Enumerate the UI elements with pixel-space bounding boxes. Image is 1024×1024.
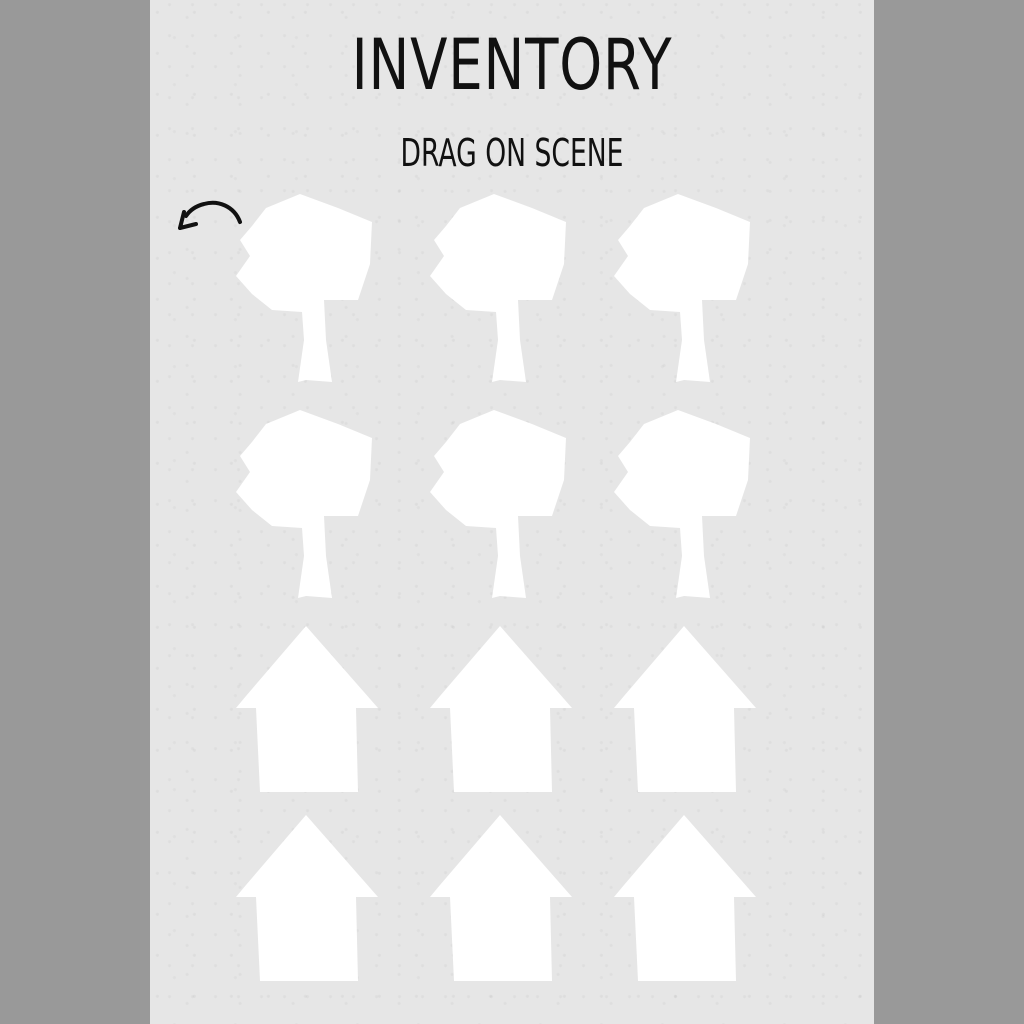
tree-icon xyxy=(236,410,372,598)
tree-icon xyxy=(430,410,566,598)
tree-item[interactable] xyxy=(430,410,570,602)
tree-item[interactable] xyxy=(236,410,376,602)
house-icon xyxy=(236,815,378,981)
house-icon xyxy=(430,626,572,792)
house-icon xyxy=(430,815,572,981)
tree-icon xyxy=(430,194,566,382)
tree-icon xyxy=(614,410,750,598)
house-item[interactable] xyxy=(614,626,756,794)
tree-item[interactable] xyxy=(236,194,376,386)
inventory-grid xyxy=(0,0,1024,1024)
tree-icon xyxy=(236,194,372,382)
tree-icon xyxy=(614,194,750,382)
tree-item[interactable] xyxy=(614,194,754,386)
house-icon xyxy=(614,815,756,981)
tree-item[interactable] xyxy=(614,410,754,602)
tree-item[interactable] xyxy=(430,194,570,386)
house-icon xyxy=(614,626,756,792)
house-item[interactable] xyxy=(430,815,572,983)
house-item[interactable] xyxy=(430,626,572,794)
house-icon xyxy=(236,626,378,792)
house-item[interactable] xyxy=(236,626,378,794)
house-item[interactable] xyxy=(236,815,378,983)
house-item[interactable] xyxy=(614,815,756,983)
